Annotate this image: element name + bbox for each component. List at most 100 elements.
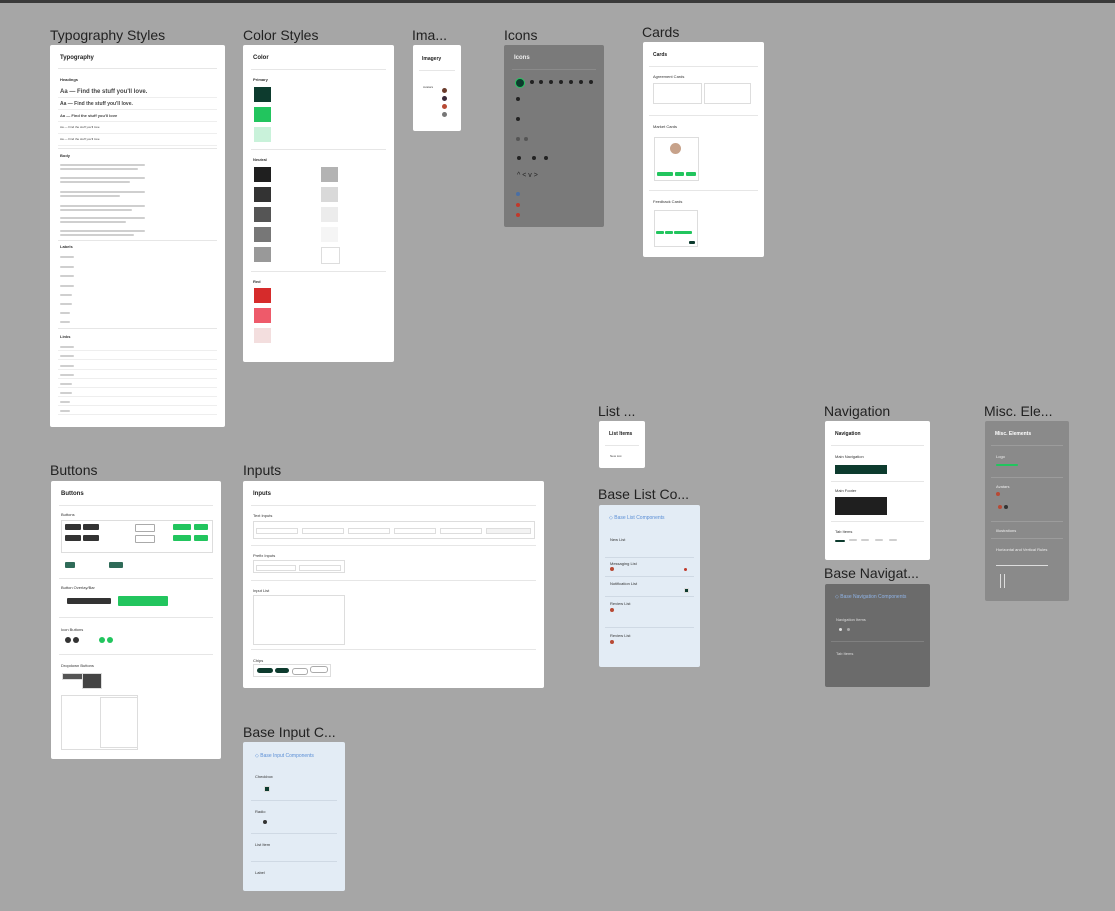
text-input[interactable] bbox=[440, 528, 482, 534]
frame-icons[interactable]: Icons ^ < v > bbox=[504, 45, 604, 227]
icon-button[interactable] bbox=[99, 637, 105, 643]
section-links: Links bbox=[60, 334, 71, 339]
icon-button[interactable] bbox=[107, 637, 113, 643]
frame-label-list[interactable]: List ... bbox=[598, 403, 635, 419]
chip[interactable] bbox=[310, 666, 328, 673]
button[interactable] bbox=[173, 524, 191, 530]
frame-inputs[interactable]: Inputs Text Inputs Prefix Inputs Input L… bbox=[243, 481, 544, 688]
avatar bbox=[610, 640, 614, 644]
dropdown-menu bbox=[82, 673, 102, 689]
market-card[interactable] bbox=[654, 137, 699, 181]
feedback-card[interactable] bbox=[654, 210, 698, 247]
section-radio: Radio bbox=[255, 809, 266, 814]
button[interactable] bbox=[83, 535, 99, 541]
tab-item[interactable] bbox=[849, 539, 857, 541]
frame-imagery[interactable]: Imagery Avatars bbox=[413, 45, 461, 131]
main-navigation-bar[interactable] bbox=[835, 465, 887, 474]
frame-label-base-nav[interactable]: Base Navigat... bbox=[824, 565, 919, 581]
frame-label-navigation[interactable]: Navigation bbox=[824, 403, 890, 419]
section-main-navigation: Main Navigation bbox=[835, 454, 864, 459]
prefix-input[interactable] bbox=[299, 565, 341, 571]
tab-item[interactable] bbox=[875, 539, 883, 541]
button[interactable] bbox=[65, 562, 75, 568]
heading-sample: Aa — Find the stuff you'll love bbox=[60, 113, 118, 118]
frame-label-inputs[interactable]: Inputs bbox=[243, 462, 281, 478]
frame-label-typography[interactable]: Typography Styles bbox=[50, 27, 165, 43]
frame-navigation[interactable]: Navigation Main Navigation Main Footer T… bbox=[825, 421, 930, 560]
agreement-card[interactable] bbox=[653, 83, 702, 104]
horizontal-rule bbox=[996, 565, 1048, 566]
swatch bbox=[321, 167, 338, 182]
frame-label-color[interactable]: Color Styles bbox=[243, 27, 318, 43]
chip[interactable] bbox=[275, 668, 289, 673]
swatch bbox=[254, 227, 271, 242]
button[interactable] bbox=[194, 535, 208, 541]
text-input[interactable] bbox=[394, 528, 436, 534]
icon bbox=[516, 117, 520, 121]
frame-misc[interactable]: Misc. Elements Logo Avatars Illustration… bbox=[985, 421, 1069, 601]
section-notification-list: Notification List bbox=[610, 581, 638, 586]
swatch bbox=[254, 87, 271, 102]
vertical-rule bbox=[1004, 574, 1005, 588]
section-prefix-inputs: Prefix Inputs bbox=[253, 553, 276, 558]
nav-item-icon[interactable] bbox=[847, 628, 850, 631]
chip[interactable] bbox=[292, 668, 308, 675]
frame-label-buttons[interactable]: Buttons bbox=[50, 462, 97, 478]
section-main-footer: Main Footer bbox=[835, 488, 857, 493]
button[interactable] bbox=[135, 535, 155, 543]
swatch bbox=[321, 207, 338, 222]
frame-base-nav[interactable]: ◇ Base Navigation Components Navigation … bbox=[825, 584, 930, 687]
button[interactable] bbox=[194, 524, 208, 530]
section-tab-items: Tab Items bbox=[835, 529, 853, 534]
button[interactable] bbox=[65, 535, 81, 541]
overlay-button[interactable] bbox=[67, 598, 111, 604]
frame-buttons[interactable]: Buttons Buttons Button Overlay/Bar Icon … bbox=[51, 481, 221, 759]
text-input[interactable] bbox=[348, 528, 390, 534]
frame-list-items[interactable]: List Items New List bbox=[599, 421, 645, 468]
button[interactable] bbox=[109, 562, 123, 568]
input-list[interactable] bbox=[253, 595, 345, 645]
avatar bbox=[1004, 505, 1008, 509]
frame-title: Typography bbox=[60, 55, 94, 61]
frame-cards[interactable]: Cards Agreement Cards Market Cards Feedb… bbox=[643, 42, 764, 257]
frame-label-base-list[interactable]: Base List Co... bbox=[598, 486, 689, 502]
section-messaging-list: Messaging List bbox=[610, 561, 637, 566]
tab-item-active[interactable] bbox=[835, 540, 845, 542]
agreement-card[interactable] bbox=[704, 83, 751, 104]
icon bbox=[516, 97, 520, 101]
section-buttons: Buttons bbox=[61, 512, 75, 517]
frame-label-cards[interactable]: Cards bbox=[642, 24, 679, 40]
frame-color[interactable]: Color Primary Neutral Red bbox=[243, 45, 394, 362]
tab-item[interactable] bbox=[889, 539, 897, 541]
icon-button[interactable] bbox=[73, 637, 79, 643]
swatch bbox=[254, 308, 271, 323]
button[interactable] bbox=[135, 524, 155, 532]
frame-label-imagery[interactable]: Ima... bbox=[412, 27, 447, 43]
dropdown[interactable] bbox=[62, 673, 84, 680]
nav-item-icon[interactable] bbox=[839, 628, 842, 631]
frame-base-list[interactable]: ◇ Base List Components New List Messagin… bbox=[599, 505, 700, 667]
button[interactable] bbox=[65, 524, 81, 530]
tab-item[interactable] bbox=[861, 539, 869, 541]
frame-title: Cards bbox=[653, 52, 668, 58]
frame-title: ◇ Base List Components bbox=[609, 515, 665, 521]
frame-typography[interactable]: Typography Headings Aa — Find the stuff … bbox=[50, 45, 225, 427]
checkbox[interactable] bbox=[264, 786, 270, 792]
frame-label-base-input[interactable]: Base Input C... bbox=[243, 724, 336, 740]
prefix-input[interactable] bbox=[256, 565, 296, 571]
chip[interactable] bbox=[257, 668, 273, 673]
text-input[interactable] bbox=[486, 528, 531, 534]
frame-base-input[interactable]: ◇ Base Input Components Checkbox Radio L… bbox=[243, 742, 345, 891]
section-primary: Primary bbox=[253, 77, 268, 82]
text-input[interactable] bbox=[256, 528, 298, 534]
icon-button[interactable] bbox=[65, 637, 71, 643]
frame-label-icons[interactable]: Icons bbox=[504, 27, 537, 43]
button[interactable] bbox=[83, 524, 99, 530]
section-tab-items: Tab Items bbox=[836, 651, 854, 656]
text-input[interactable] bbox=[302, 528, 344, 534]
overlay-button[interactable] bbox=[118, 596, 168, 606]
frame-label-misc[interactable]: Misc. Ele... bbox=[984, 403, 1052, 419]
radio[interactable] bbox=[263, 820, 267, 824]
icon bbox=[569, 80, 573, 84]
button[interactable] bbox=[173, 535, 191, 541]
